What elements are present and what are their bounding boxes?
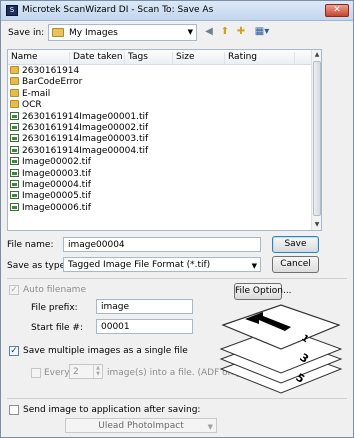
column-header-size[interactable]: Size bbox=[173, 52, 225, 64]
folder-icon bbox=[10, 66, 19, 74]
cancel-button[interactable]: Cancel bbox=[272, 256, 319, 273]
list-item[interactable]: Image00002.tif bbox=[10, 157, 310, 168]
list-item[interactable]: Image00004.tif bbox=[10, 179, 310, 191]
list-item[interactable]: BarCodeError bbox=[10, 77, 310, 88]
save-multiple-label: Save multiple images as a single file bbox=[23, 346, 188, 356]
up-folder-icon[interactable]: ⬆ bbox=[217, 24, 233, 40]
column-header-date[interactable]: Date taken bbox=[70, 52, 125, 64]
list-item[interactable]: E-mail bbox=[10, 88, 310, 100]
file-name-label: File name: bbox=[7, 240, 54, 250]
save-multiple-checkbox[interactable]: ✓ bbox=[9, 346, 19, 356]
every-stepper[interactable]: 2 ▲ ▼ bbox=[69, 364, 103, 379]
send-to-app-label: Send image to application after saving: bbox=[23, 405, 201, 415]
image-file-icon bbox=[10, 168, 19, 177]
every-label: Every bbox=[44, 368, 70, 378]
send-to-app-checkbox[interactable] bbox=[9, 405, 19, 415]
start-file-label: Start file #: bbox=[31, 323, 83, 333]
image-file-icon bbox=[10, 191, 19, 200]
auto-filename-label: Auto filename bbox=[23, 285, 86, 295]
divider bbox=[7, 398, 347, 399]
stepper-arrows-icon[interactable]: ▲ ▼ bbox=[93, 365, 102, 378]
list-item[interactable]: 2630161914Image00003.tif bbox=[10, 134, 310, 145]
list-item-label: Image00005.tif bbox=[22, 191, 91, 202]
scroll-down-icon[interactable]: ▼ bbox=[312, 220, 321, 230]
list-item[interactable]: OCR bbox=[10, 100, 310, 111]
application-dropdown[interactable]: Ulead PhotoImpact ▼ bbox=[65, 418, 217, 433]
divider bbox=[7, 278, 347, 279]
image-file-icon bbox=[10, 145, 19, 154]
save-button[interactable]: Save bbox=[272, 236, 319, 253]
chevron-down-icon: ▼ bbox=[187, 28, 193, 36]
list-item-label: Image00004.tif bbox=[22, 179, 91, 190]
title-bar[interactable]: S Microtek ScanWizard DI - Scan To: Save… bbox=[1, 1, 353, 21]
list-item[interactable]: Image00003.tif bbox=[10, 168, 310, 180]
multipage-stack-icon: 1 3 5 bbox=[219, 304, 343, 394]
file-name-input[interactable]: image00004 bbox=[63, 237, 261, 252]
column-header-name[interactable]: Name bbox=[8, 52, 70, 64]
list-item-label: 2630161914Image00003.tif bbox=[22, 134, 149, 145]
scanner-icon: S bbox=[6, 5, 18, 16]
every-value: 2 bbox=[73, 367, 79, 377]
save-as-type-dropdown[interactable]: Tagged Image File Format (*.tif) ▼ bbox=[63, 257, 261, 272]
folder-icon bbox=[52, 28, 64, 37]
file-list[interactable]: Name Date taken Tags Size Rating 2630161… bbox=[7, 49, 322, 231]
folder-icon bbox=[10, 88, 19, 97]
folder-icon bbox=[10, 77, 19, 86]
list-item-label: OCR bbox=[22, 100, 42, 111]
list-item-label: Image00003.tif bbox=[22, 168, 91, 179]
list-item-label: Image00006.tif bbox=[22, 202, 91, 213]
image-file-icon bbox=[10, 157, 19, 166]
chevron-down-icon: ▼ bbox=[251, 262, 257, 270]
list-item[interactable]: 2630161914 bbox=[10, 66, 310, 77]
file-prefix-label: File prefix: bbox=[31, 303, 78, 313]
list-item[interactable]: 2630161914Image00001.tif bbox=[10, 111, 310, 123]
list-item[interactable]: Image00005.tif bbox=[10, 191, 310, 202]
column-header-rating[interactable]: Rating bbox=[225, 52, 295, 64]
auto-filename-checkbox[interactable]: ✓ bbox=[9, 285, 19, 295]
save-as-type-label: Save as type: bbox=[7, 261, 69, 271]
file-rows: 2630161914 BarCodeError E-mail OCR 26301… bbox=[10, 66, 310, 214]
start-file-input[interactable]: 00001 bbox=[96, 319, 193, 334]
every-checkbox[interactable] bbox=[31, 368, 41, 378]
new-folder-icon[interactable]: ✚ bbox=[233, 24, 249, 40]
save-in-dropdown[interactable]: My Images ▼ bbox=[48, 24, 197, 41]
list-item[interactable]: 2630161914Image00002.tif bbox=[10, 122, 310, 134]
vertical-scrollbar[interactable]: ▲ ▼ bbox=[311, 50, 321, 230]
list-item-label: 2630161914Image00004.tif bbox=[22, 145, 149, 156]
list-header: Name Date taken Tags Size Rating bbox=[8, 50, 313, 65]
list-item-label: 2630161914Image00001.tif bbox=[22, 111, 149, 122]
list-item[interactable]: 2630161914Image00004.tif bbox=[10, 145, 310, 157]
list-item-label: 2630161914Image00002.tif bbox=[22, 122, 149, 133]
chevron-down-icon: ▼ bbox=[207, 423, 213, 431]
save-as-type-value: Tagged Image File Format (*.tif) bbox=[68, 260, 211, 270]
folder-icon bbox=[10, 100, 19, 109]
save-as-dialog: S Microtek ScanWizard DI - Scan To: Save… bbox=[0, 0, 354, 438]
close-button[interactable]: ✕ bbox=[325, 4, 349, 17]
image-file-icon bbox=[10, 202, 19, 211]
save-in-value: My Images bbox=[69, 28, 118, 38]
list-item-label: Image00002.tif bbox=[22, 157, 91, 168]
window-title: Microtek ScanWizard DI - Scan To: Save A… bbox=[22, 5, 214, 15]
scroll-thumb[interactable] bbox=[313, 61, 321, 216]
file-prefix-input[interactable]: image bbox=[96, 299, 193, 314]
list-item[interactable]: Image00006.tif bbox=[10, 202, 310, 214]
image-file-icon bbox=[10, 111, 19, 120]
scroll-up-icon[interactable]: ▲ bbox=[312, 50, 321, 60]
back-arrow-icon[interactable]: ◀ bbox=[201, 24, 217, 40]
list-item-label: BarCodeError bbox=[22, 77, 83, 88]
list-item-label: E-mail bbox=[22, 88, 51, 99]
image-file-icon bbox=[10, 134, 19, 143]
image-file-icon bbox=[10, 122, 19, 131]
column-header-tags[interactable]: Tags bbox=[125, 52, 173, 64]
save-in-label: Save in: bbox=[8, 28, 45, 38]
view-menu-icon[interactable]: ▦▾ bbox=[251, 24, 273, 40]
image-file-icon bbox=[10, 179, 19, 188]
application-value: Ulead PhotoImpact bbox=[98, 421, 184, 431]
list-item-label: 2630161914 bbox=[22, 66, 80, 76]
